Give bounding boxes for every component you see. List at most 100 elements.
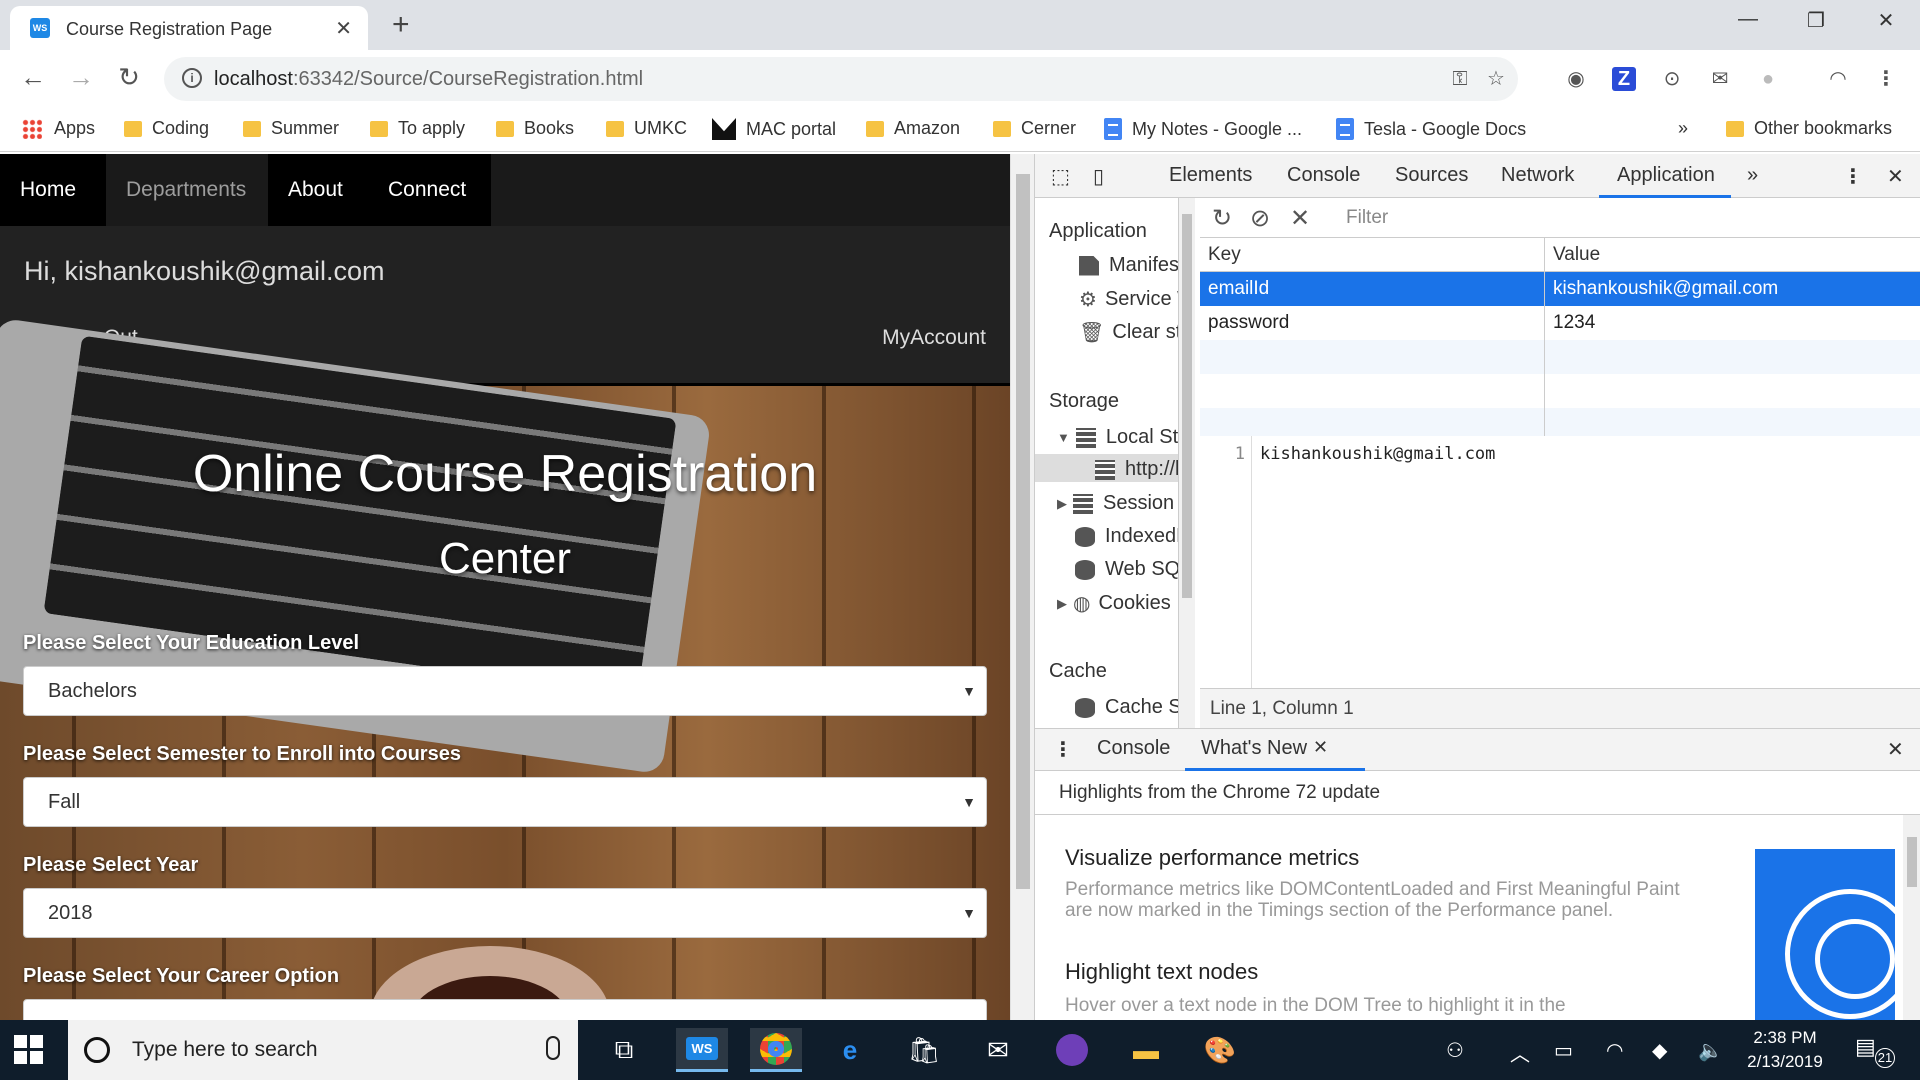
scrollbar-thumb[interactable] (1907, 837, 1917, 887)
bookmark-my-notes[interactable]: My Notes - Google ... (1104, 118, 1302, 140)
battery-icon[interactable]: ▭ (1554, 1038, 1573, 1063)
preview-text[interactable]: kishankoushik@gmail.com (1260, 444, 1495, 464)
windows-start-icon[interactable] (14, 1035, 44, 1065)
device-toolbar-icon[interactable]: ▯ (1093, 164, 1104, 189)
bookmark-amazon[interactable]: Amazon (866, 118, 960, 139)
people-icon[interactable]: ⚇ (1446, 1038, 1464, 1063)
drawer-tab-whats-new[interactable]: What's New (1201, 737, 1307, 760)
action-center-icon[interactable]: ▤ 21 (1855, 1034, 1895, 1068)
semester-select[interactable]: Fall ▼ (23, 777, 987, 827)
restore-button[interactable]: ❐ (1796, 8, 1836, 33)
sidebar-item-clear-storage[interactable]: 🗑Clear storage (1079, 320, 1178, 345)
store-taskbar-icon[interactable]: 🛍 (898, 1028, 950, 1072)
webstorm-taskbar-icon[interactable]: WS (676, 1028, 728, 1072)
extension-mail-icon[interactable]: ✉ (1706, 65, 1734, 93)
bookmark-other[interactable]: Other bookmarks (1726, 118, 1892, 139)
devtools-tab-sources[interactable]: Sources (1395, 164, 1468, 187)
sidebar-item-cookies[interactable]: ▶ ◍ Cookies (1057, 591, 1171, 616)
bookmark-summer[interactable]: Summer (243, 118, 339, 139)
column-header-key[interactable]: Key (1200, 238, 1544, 272)
nav-about[interactable]: About (268, 154, 368, 226)
refresh-icon[interactable]: ↻ (1212, 204, 1232, 233)
microphone-icon[interactable] (546, 1036, 560, 1060)
drawer-menu-icon[interactable]: ⋮ (1053, 737, 1073, 762)
extension-z-icon[interactable]: Z (1612, 67, 1636, 91)
table-row[interactable]: emailId kishankoushik@gmail.com (1200, 272, 1920, 306)
file-explorer-taskbar-icon[interactable]: ▬ (1120, 1028, 1172, 1072)
sidebar-item-manifest[interactable]: Manifest (1079, 254, 1178, 277)
extension-circle-icon[interactable]: ● (1754, 65, 1782, 93)
github-taskbar-icon[interactable] (1046, 1028, 1098, 1072)
tab-close-icon[interactable]: ✕ (335, 16, 352, 41)
page-scrollbar[interactable] (1010, 154, 1034, 1020)
nav-connect[interactable]: Connect (368, 154, 491, 226)
edge-taskbar-icon[interactable]: e (824, 1028, 876, 1072)
bookmark-apps[interactable]: Apps (22, 118, 95, 139)
drawer-scrollbar[interactable] (1903, 815, 1920, 1021)
close-window-button[interactable]: ✕ (1866, 8, 1906, 33)
dropbox-icon[interactable]: ◆ (1652, 1038, 1667, 1063)
education-level-select[interactable]: Bachelors ▼ (23, 666, 987, 716)
drawer-close-icon[interactable]: ✕ (1887, 737, 1904, 762)
back-button[interactable]: ← (16, 62, 50, 93)
taskbar-search-box[interactable]: Type here to search (68, 1020, 578, 1080)
scrollbar-thumb[interactable] (1182, 214, 1192, 598)
sidebar-scrollbar[interactable] (1179, 198, 1195, 728)
bookmark-mac-portal[interactable]: MAC portal (712, 118, 836, 140)
extension-audio-icon[interactable]: ◉ (1562, 65, 1590, 93)
task-view-icon[interactable]: ⧉ (598, 1028, 650, 1072)
clear-all-icon[interactable]: ⊘ (1250, 204, 1270, 233)
profile-icon[interactable]: ◠ (1824, 65, 1852, 93)
bookmark-star-icon[interactable]: ☆ (1482, 65, 1510, 93)
show-hidden-icons[interactable]: ︿ (1510, 1038, 1530, 1067)
column-header-value[interactable]: Value (1545, 238, 1920, 272)
sidebar-item-indexeddb[interactable]: IndexedDB (1075, 525, 1178, 548)
sidebar-item-session-storage[interactable]: ▶Session Storage (1057, 492, 1178, 515)
bookmark-to-apply[interactable]: To apply (370, 118, 465, 139)
sidebar-item-cache-storage[interactable]: Cache Storage (1075, 696, 1178, 719)
sidebar-item-localhost-origin[interactable]: http://localhost:63342 (1095, 458, 1178, 481)
close-whats-new-icon[interactable]: ✕ (1313, 737, 1328, 758)
devtools-menu-icon[interactable]: ⋮ (1843, 164, 1863, 189)
nav-departments[interactable]: Departments (106, 154, 268, 226)
devtools-tab-elements[interactable]: Elements (1169, 164, 1252, 187)
delete-selected-icon[interactable]: ✕ (1290, 204, 1310, 233)
taskbar-clock[interactable]: 2:38 PM 2/13/2019 (1740, 1026, 1830, 1074)
more-tabs-button[interactable]: » (1747, 164, 1758, 187)
feature-title[interactable]: Visualize performance metrics (1065, 845, 1359, 871)
bookmarks-overflow[interactable]: » (1678, 118, 1688, 139)
url-text[interactable]: localhost:63342/Source/CourseRegistratio… (214, 68, 643, 91)
forward-button[interactable]: → (64, 62, 98, 93)
bookmark-books[interactable]: Books (496, 118, 574, 139)
bookmark-coding[interactable]: Coding (124, 118, 209, 139)
bookmark-cerner[interactable]: Cerner (993, 118, 1076, 139)
key-icon[interactable]: ⚿ (1446, 65, 1474, 93)
career-option-select[interactable] (23, 999, 987, 1020)
bookmark-umkc[interactable]: UMKC (606, 118, 687, 139)
sidebar-item-service-workers[interactable]: ⚙Service Workers (1079, 287, 1178, 312)
new-tab-button[interactable]: + (392, 8, 410, 42)
nav-home[interactable]: Home (0, 154, 106, 226)
paint-taskbar-icon[interactable]: 🎨 (1194, 1028, 1246, 1072)
address-bar[interactable]: i localhost:63342/Source/CourseRegistrat… (164, 57, 1518, 101)
mail-taskbar-icon[interactable]: ✉ (972, 1028, 1024, 1072)
bookmark-tesla[interactable]: Tesla - Google Docs (1336, 118, 1526, 140)
table-row[interactable]: password 1234 (1200, 306, 1920, 340)
minimize-button[interactable]: — (1728, 8, 1768, 31)
extension-code-icon[interactable]: ⊙ (1658, 65, 1686, 93)
wifi-icon[interactable]: ◠ (1606, 1038, 1623, 1063)
year-select[interactable]: 2018 ▼ (23, 888, 987, 938)
inspect-element-icon[interactable]: ⬚ (1051, 164, 1070, 189)
devtools-tab-network[interactable]: Network (1501, 164, 1574, 187)
sidebar-item-local-storage[interactable]: ▼Local Storage (1057, 426, 1178, 449)
drawer-tab-console[interactable]: Console (1097, 737, 1170, 760)
my-account-link[interactable]: MyAccount (882, 326, 986, 350)
menu-kebab-icon[interactable]: ⋮ (1872, 65, 1900, 93)
volume-icon[interactable]: 🔈 (1698, 1038, 1723, 1063)
devtools-close-icon[interactable]: ✕ (1887, 164, 1904, 189)
filter-input[interactable]: Filter (1340, 203, 1685, 233)
column-divider[interactable] (1544, 238, 1545, 436)
reload-button[interactable]: ↻ (112, 62, 146, 93)
feature-title[interactable]: Highlight text nodes (1065, 959, 1258, 985)
devtools-tab-console[interactable]: Console (1287, 164, 1360, 187)
